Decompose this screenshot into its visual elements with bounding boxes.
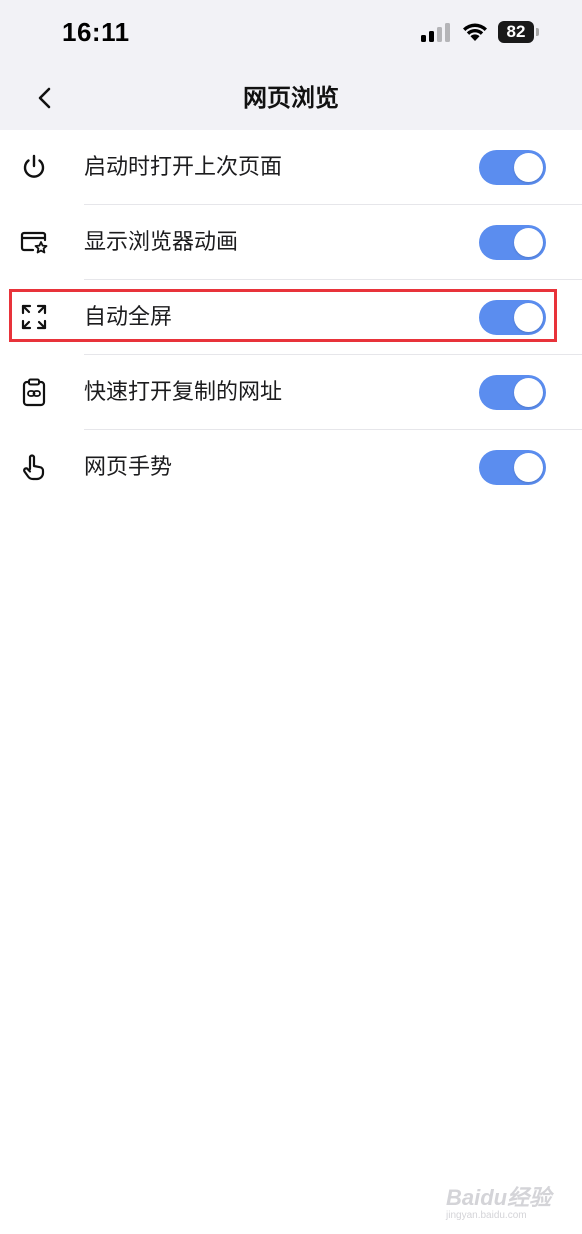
setting-row-browser-animation[interactable]: 显示浏览器动画 <box>0 205 582 280</box>
setting-label: 启动时打开上次页面 <box>84 155 283 180</box>
setting-row-open-copied-url[interactable]: 快速打开复制的网址 <box>0 355 582 430</box>
web-gestures-toggle[interactable] <box>479 450 546 485</box>
clipboard-link-icon <box>22 378 46 407</box>
page-title: 网页浏览 <box>243 84 339 112</box>
wifi-icon <box>463 23 487 41</box>
battery-level: 82 <box>506 22 526 41</box>
restore-last-page-toggle[interactable] <box>479 150 546 185</box>
open-copied-url-toggle[interactable] <box>479 375 546 410</box>
setting-row-web-gestures[interactable]: 网页手势 <box>0 430 582 505</box>
browser-animation-toggle[interactable] <box>479 225 546 260</box>
setting-label: 快速打开复制的网址 <box>84 380 283 405</box>
cellular-signal-icon <box>421 23 450 42</box>
setting-label: 显示浏览器动画 <box>84 230 239 255</box>
power-icon <box>23 154 45 178</box>
baidu-watermark: Baidu经验 jingyan.baidu.com <box>446 1180 556 1226</box>
settings-list: 启动时打开上次页面 显示浏览器动画 自动全屏 快速打开复制的网址 网页手势 <box>0 130 582 505</box>
setting-row-restore-last-page[interactable]: 启动时打开上次页面 <box>0 130 582 205</box>
chevron-left-icon <box>38 87 51 109</box>
navigation-bar: 网页浏览 <box>0 66 582 130</box>
setting-label: 自动全屏 <box>84 305 173 330</box>
setting-row-auto-fullscreen[interactable]: 自动全屏 <box>0 280 582 355</box>
hand-gesture-icon <box>23 454 45 481</box>
battery-indicator: 82 <box>498 21 540 45</box>
fullscreen-icon <box>21 304 47 330</box>
auto-fullscreen-toggle[interactable] <box>479 300 546 335</box>
back-button[interactable] <box>30 80 64 116</box>
status-bar: 16:11 82 <box>0 0 582 66</box>
browser-star-icon <box>20 231 48 254</box>
setting-label: 网页手势 <box>84 455 173 480</box>
status-time: 16:11 <box>62 17 130 47</box>
watermark-brand: Baidu经验 <box>446 1185 552 1210</box>
